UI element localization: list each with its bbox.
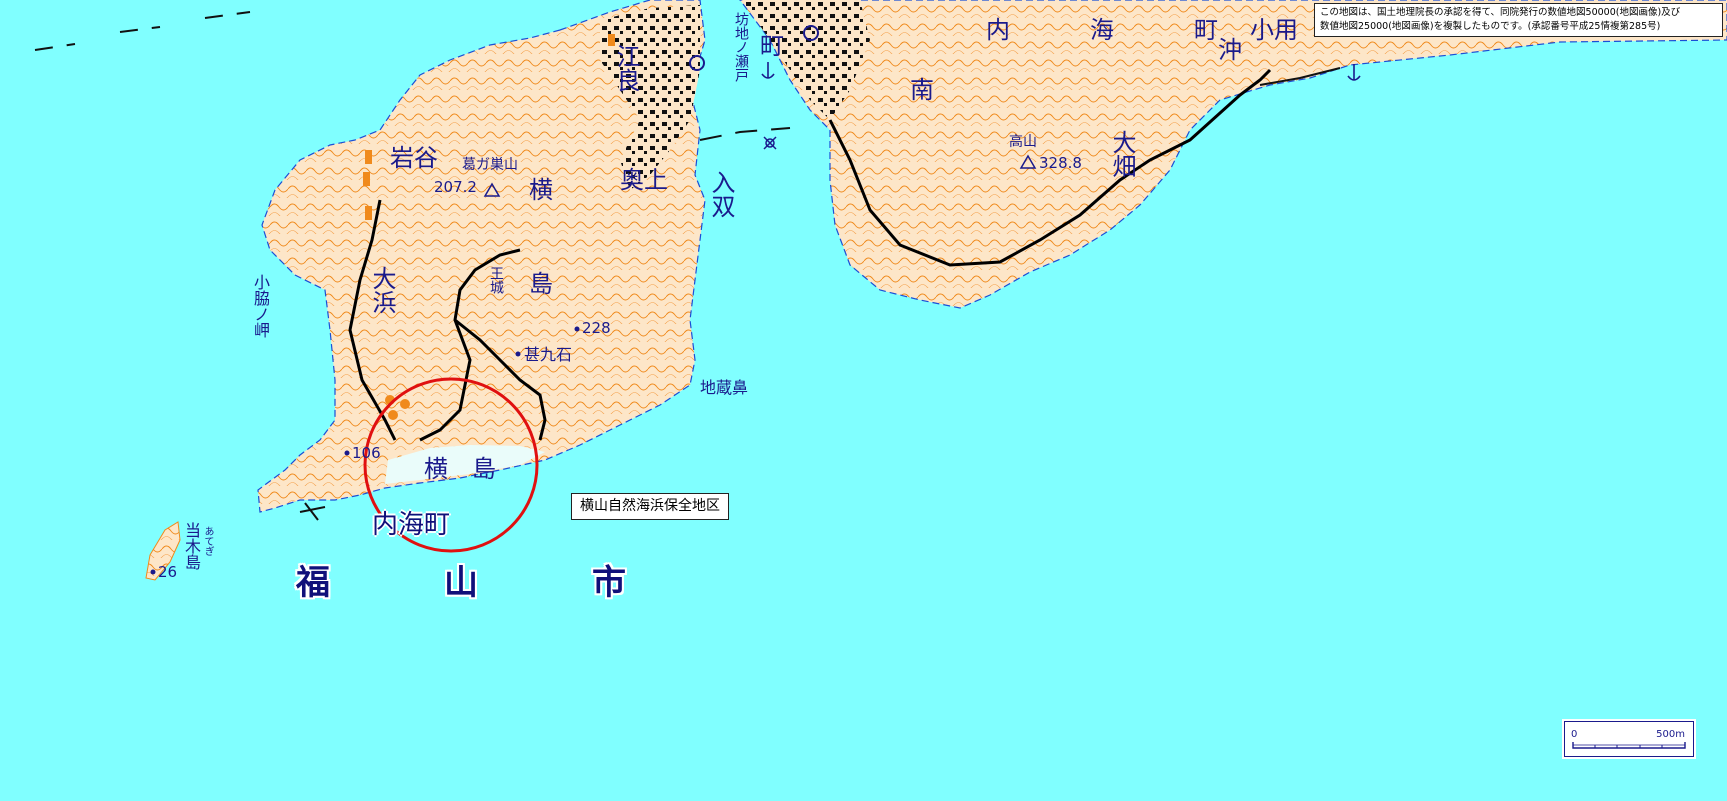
map-canvas[interactable]: 福 山 市 内海町 内 海 町 横 島 横 島 岩谷 大浜 江良 奥上 入双 南… xyxy=(0,0,1727,801)
spot-height-icon xyxy=(150,569,156,575)
island-ategi-furigana: あてぎ xyxy=(202,526,213,556)
field-mark xyxy=(365,150,372,164)
copyright-line-2: 数値地図25000(地図画像)を複製したものです。(承認番号平成25情複第285… xyxy=(1320,21,1661,32)
place-ohata: 大畑 xyxy=(1108,130,1136,178)
place-ohama: 大浜 xyxy=(368,266,396,314)
field-mark xyxy=(365,206,372,220)
peak-takayama: 高山 xyxy=(1009,134,1037,150)
lighthouse-icon xyxy=(763,136,777,150)
height-takayama: 328.8 xyxy=(1039,154,1082,172)
town-label-north: 内 海 町 xyxy=(986,16,1246,44)
place-koyo: 小用 xyxy=(1250,16,1298,44)
scale-bar: 0 500m xyxy=(1564,721,1694,757)
copyright-line-1: この地図は、国土地理院長の承認を得て、同院発行の数値地図50000(地図画像)及… xyxy=(1320,7,1681,18)
orchard-mark xyxy=(400,399,410,409)
height-106: 106 xyxy=(352,444,381,462)
cape-jizobana: 地蔵鼻 xyxy=(700,378,749,397)
reserve-label-box: 横山自然海浜保全地区 xyxy=(571,493,729,520)
copyright-notice: この地図は、国土地理院長の承認を得て、同院発行の数値地図50000(地図画像)及… xyxy=(1314,3,1723,37)
jetty xyxy=(299,502,326,521)
spot-height-icon xyxy=(574,326,580,332)
place-minami: 南 xyxy=(910,76,934,104)
peak-kuzugasu: 葛ガ巣山 xyxy=(462,157,518,173)
island-label-yoko: 横 xyxy=(529,176,553,204)
spot-height-icon xyxy=(344,450,350,456)
spot-height-icon xyxy=(515,351,521,357)
orchard-mark xyxy=(388,410,398,420)
ferry-route-strait xyxy=(699,127,791,141)
height-228: 228 xyxy=(582,319,611,337)
strait-bochinoseto: 坊地ノ瀬戸 xyxy=(733,12,749,82)
ferry-route-west xyxy=(34,11,251,51)
scale-ruler xyxy=(1572,742,1686,749)
city-label: 福 山 市 xyxy=(296,563,666,603)
field-mark xyxy=(363,172,370,186)
height-kuzugasu: 207.2 xyxy=(434,178,477,196)
place-oki: 沖 xyxy=(1218,36,1242,64)
island-label-shima: 島 xyxy=(529,270,553,298)
place-oshiro: 王城 xyxy=(488,266,504,294)
height-26: 26 xyxy=(158,563,178,581)
map-graphics xyxy=(34,0,1727,581)
beach-label: 横 島 xyxy=(424,455,496,483)
place-irifuta: 入双 xyxy=(707,170,735,218)
place-okugami: 奥上 xyxy=(620,166,668,194)
place-machi: 町 xyxy=(760,32,784,60)
place-jinkuishi: 甚九石 xyxy=(524,345,573,364)
island-ategi: 当木島 xyxy=(182,522,201,570)
town-label-south: 内海町 xyxy=(372,510,451,540)
cape-kowaki: 小脇ノ岬 xyxy=(251,274,270,338)
place-iwatani: 岩谷 xyxy=(390,144,438,172)
place-ryo: 江良 xyxy=(612,44,640,92)
